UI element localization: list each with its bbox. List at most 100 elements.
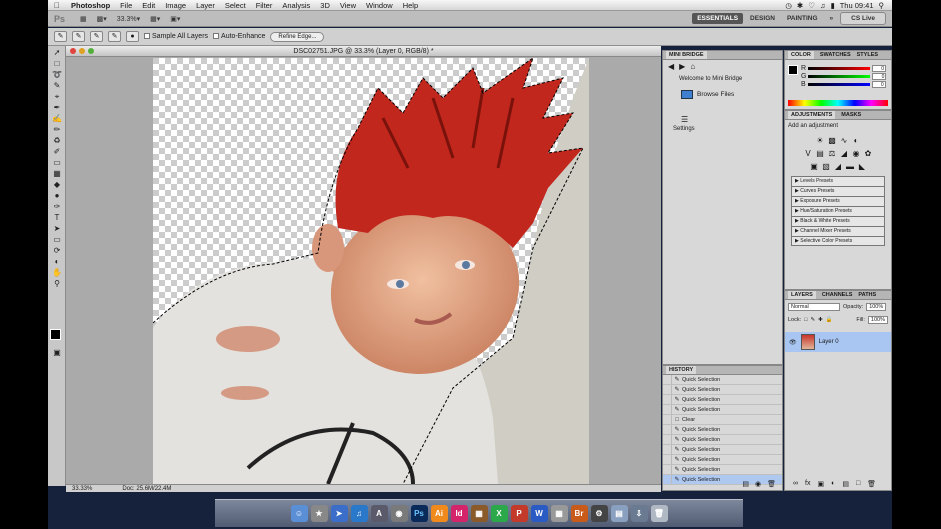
menu-app-name[interactable]: Photoshop	[66, 1, 115, 10]
layer-style-icon[interactable]: fx	[805, 480, 810, 488]
menu-file[interactable]: File	[115, 1, 137, 10]
color-balance-icon[interactable]: ⚖	[828, 149, 837, 158]
visibility-eye-icon[interactable]: 👁	[789, 339, 797, 346]
healing-brush-tool-icon[interactable]: ✍	[51, 114, 63, 123]
brush-size-picker[interactable]: ●	[126, 31, 139, 42]
selective-color-icon[interactable]: ◣	[858, 162, 867, 171]
refine-edge-button[interactable]: Refine Edge...	[270, 31, 325, 42]
link-layers-icon[interactable]: ∞	[793, 480, 798, 488]
menu-layer[interactable]: Layer	[191, 1, 220, 10]
tool-preset-picker[interactable]: ✎	[54, 31, 67, 42]
blend-mode-select[interactable]: Normal	[788, 303, 840, 311]
dodge-tool-icon[interactable]: ●	[51, 191, 63, 200]
finder-icon[interactable]: ☺	[290, 505, 308, 522]
menu-help[interactable]: Help	[398, 1, 423, 10]
preset-selective-color[interactable]: ▶ Selective Color Presets	[791, 236, 885, 246]
subtract-selection-icon[interactable]: ✎	[108, 31, 121, 42]
powerpoint-icon[interactable]: P	[510, 505, 528, 522]
home-icon[interactable]: ⌂	[690, 62, 695, 71]
fill-input[interactable]: 100%	[867, 316, 888, 324]
workspace-essentials[interactable]: ESSENTIALS	[692, 13, 744, 24]
blue-value[interactable]: 0	[871, 80, 886, 88]
marquee-tool-icon[interactable]: □	[51, 59, 63, 68]
photo-booth-icon[interactable]: ◉	[390, 505, 408, 522]
settings-icon[interactable]: ☰	[663, 103, 782, 124]
history-item[interactable]: ✎ Quick Selection	[663, 425, 782, 435]
red-ramp[interactable]	[808, 66, 871, 70]
photoshop-icon[interactable]: Ps	[410, 505, 428, 522]
preset-black-white[interactable]: ▶ Black & White Presets	[791, 216, 885, 226]
downloads-stack-icon[interactable]: ⇩	[630, 505, 648, 522]
quick-mask-icon[interactable]: ▣	[51, 348, 63, 357]
image-canvas[interactable]	[153, 58, 589, 484]
history-item[interactable]: ✎ Quick Selection	[663, 445, 782, 455]
settings-label[interactable]: Settings	[663, 124, 782, 134]
green-slider[interactable]: G 0	[785, 72, 891, 80]
forward-icon[interactable]: ▶	[679, 62, 685, 71]
indesign-icon[interactable]: Id	[450, 505, 468, 522]
history-item[interactable]: ✎ Quick Selection	[663, 385, 782, 395]
tab-swatches[interactable]: SWATCHES	[820, 51, 851, 59]
word-icon[interactable]: W	[530, 505, 548, 522]
eyedropper-tool-icon[interactable]: ✒	[51, 103, 63, 112]
status-doc-size[interactable]: Doc: 25.6M/22.4M	[122, 486, 171, 492]
zoom-level[interactable]: 33.3%▾	[115, 15, 142, 23]
preview-icon[interactable]: ▦	[470, 505, 488, 522]
trash-icon[interactable]: 🗑	[650, 505, 668, 522]
documents-stack-icon[interactable]: ▤	[610, 505, 628, 522]
illustrator-icon[interactable]: Ai	[430, 505, 448, 522]
new-document-from-state-icon[interactable]: ▤	[742, 480, 749, 488]
shape-tool-icon[interactable]: ▭	[51, 235, 63, 244]
bluetooth-icon[interactable]: ✱	[797, 1, 803, 10]
spotlight-icon[interactable]: ⚲	[879, 1, 885, 10]
history-item[interactable]: ✎ Quick Selection	[663, 405, 782, 415]
close-icon[interactable]	[70, 48, 76, 54]
minimize-icon[interactable]	[79, 48, 85, 54]
levels-icon[interactable]: ▩	[828, 136, 837, 145]
opacity-input[interactable]: 100%	[866, 303, 887, 311]
workspace-design[interactable]: DESIGN	[745, 13, 780, 24]
document-titlebar[interactable]: DSC02751.JPG @ 33.3% (Layer 0, RGB/8) *	[66, 46, 661, 57]
system-preferences-icon[interactable]: ⚙	[590, 505, 608, 522]
adjustment-layer-icon[interactable]: ◐	[831, 480, 835, 488]
tab-adjustments[interactable]: ADJUSTMENTS	[788, 111, 836, 119]
view-extras-icon[interactable]: ▩▾	[95, 15, 109, 23]
preset-curves[interactable]: ▶ Curves Presets	[791, 186, 885, 196]
more-workspaces-icon[interactable]: »	[825, 13, 839, 24]
history-item[interactable]: □ Clear	[663, 415, 782, 425]
preset-channel-mixer[interactable]: ▶ Channel Mixer Presets	[791, 226, 885, 236]
wifi-icon[interactable]: ♡	[808, 1, 815, 10]
layer-name[interactable]: Layer 0	[819, 339, 839, 345]
history-item[interactable]: ✎ Quick Selection	[663, 435, 782, 445]
preset-hue-saturation[interactable]: ▶ Hue/Saturation Presets	[791, 206, 885, 216]
launchpad-icon[interactable]: ★	[310, 505, 328, 522]
posterize-icon[interactable]: ▧	[822, 162, 831, 171]
history-item[interactable]: ✎ Quick Selection	[663, 395, 782, 405]
blur-tool-icon[interactable]: ◆	[51, 180, 63, 189]
color-spectrum-ramp[interactable]	[788, 100, 888, 106]
history-item[interactable]: ✎ Quick Selection	[663, 455, 782, 465]
bridge-icon[interactable]: Br	[570, 505, 588, 522]
clock[interactable]: Thu 09:41	[840, 1, 874, 10]
exposure-icon[interactable]: ◐	[852, 136, 861, 145]
launch-bridge-icon[interactable]: ▦	[78, 15, 89, 23]
crop-tool-icon[interactable]: ⌖	[51, 92, 63, 101]
lasso-tool-icon[interactable]: ➰	[51, 70, 63, 79]
workspace-painting[interactable]: PAINTING	[782, 13, 823, 24]
calculator-icon[interactable]: ▦	[550, 505, 568, 522]
sample-all-layers-checkbox[interactable]: Sample All Layers	[144, 33, 208, 40]
menu-edit[interactable]: Edit	[137, 1, 160, 10]
hue-saturation-icon[interactable]: ▤	[816, 149, 825, 158]
menu-select[interactable]: Select	[220, 1, 251, 10]
gradient-map-icon[interactable]: ▬	[846, 162, 855, 171]
battery-icon[interactable]: ▮	[831, 1, 835, 10]
status-zoom[interactable]: 33.33%	[72, 486, 92, 492]
new-group-icon[interactable]: ▤	[842, 480, 849, 488]
app-store-icon[interactable]: A	[370, 505, 388, 522]
new-selection-icon[interactable]: ✎	[72, 31, 85, 42]
history-item[interactable]: ✎ Quick Selection	[663, 375, 782, 385]
green-ramp[interactable]	[808, 74, 871, 78]
brush-tool-icon[interactable]: ✏	[51, 125, 63, 134]
menu-3d[interactable]: 3D	[315, 1, 335, 10]
eraser-tool-icon[interactable]: ▭	[51, 158, 63, 167]
